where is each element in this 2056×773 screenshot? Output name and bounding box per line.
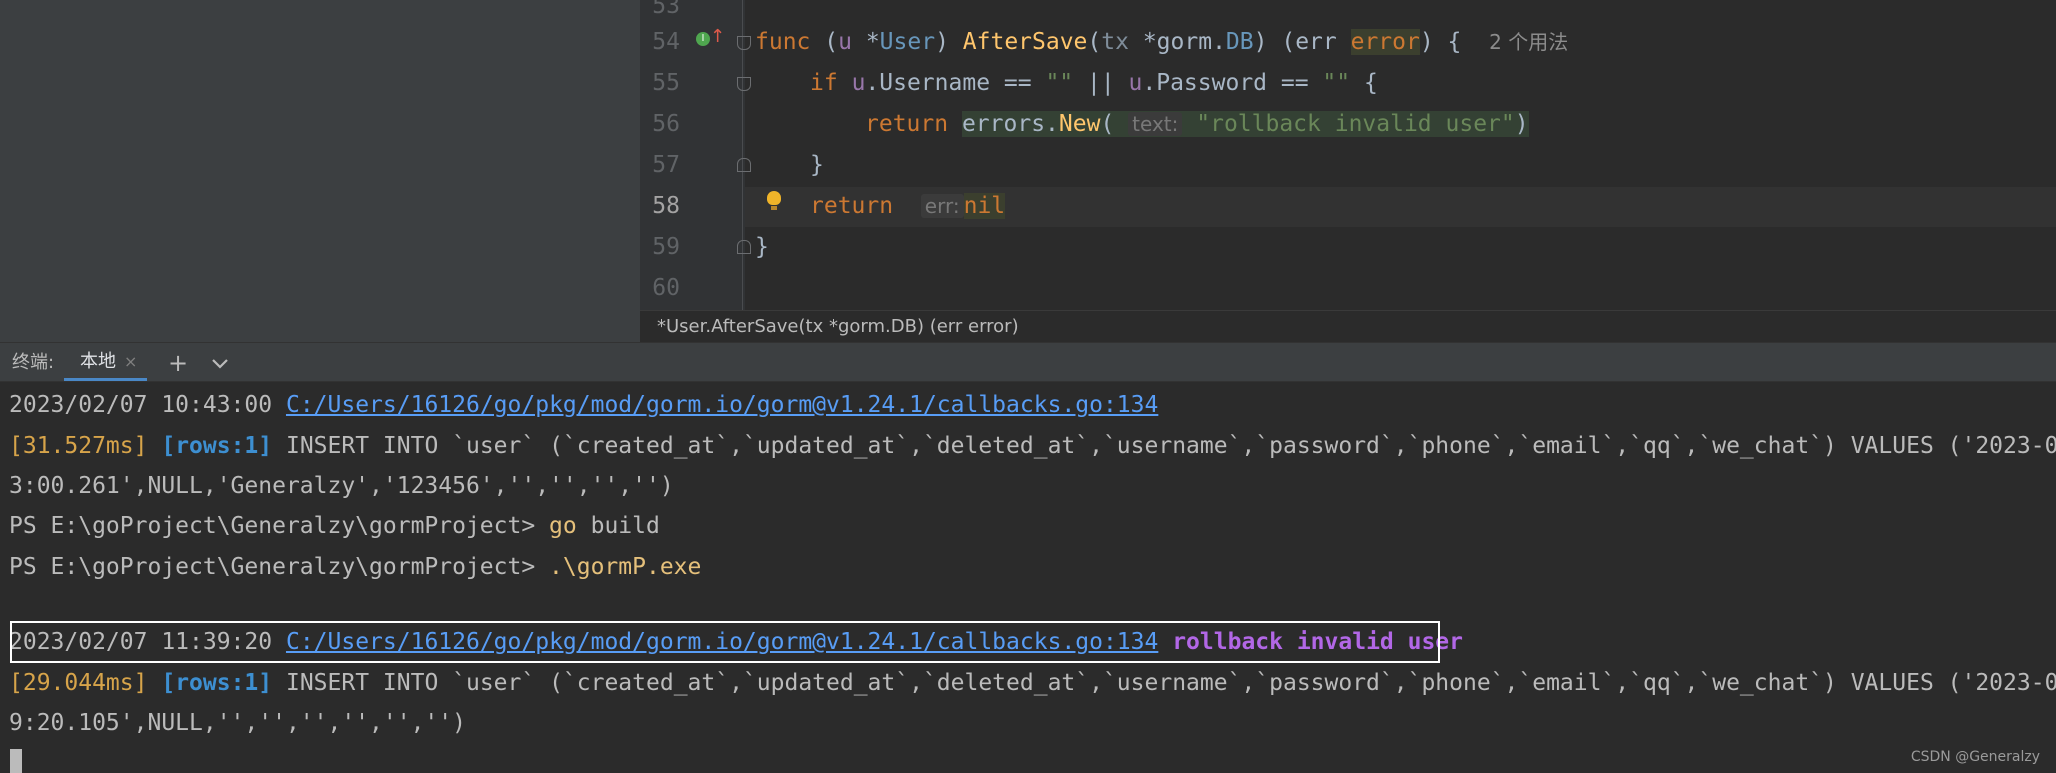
- function-name: New: [1058, 111, 1101, 137]
- terminal-line: 3:00.261',NULL,'Generalzy','123456','','…: [9, 473, 674, 499]
- field-compare: .Username ==: [865, 70, 1046, 96]
- sql-text: INSERT INTO `user` (`created_at`,`update…: [272, 670, 2056, 696]
- nil-literal: nil: [963, 193, 1006, 219]
- code-line-58: return err: nil: [810, 186, 1006, 226]
- paren: (: [824, 29, 839, 55]
- command: go: [549, 513, 577, 539]
- keyword: return: [865, 111, 949, 137]
- string-literal: "rollback invalid user": [1196, 111, 1515, 137]
- ide-window: 53 54 55 56 57 58 59 60 I ↑ func (u *Use…: [0, 0, 2056, 773]
- package-name: errors: [961, 111, 1046, 137]
- terminal-title: 终端:: [12, 352, 55, 373]
- file-link[interactable]: C:/Users/16126/go/pkg/mod/gorm.io/gorm@v…: [286, 392, 1158, 418]
- fold-open-icon[interactable]: [737, 77, 751, 91]
- operator: ||: [1073, 70, 1129, 96]
- terminal-line: [31.527ms] [rows:1] INSERT INTO `user` (…: [9, 426, 2056, 466]
- duration: [31.527ms]: [9, 433, 148, 459]
- project-panel: [0, 0, 640, 342]
- line-number: 56: [652, 111, 680, 137]
- pointer: *: [851, 29, 880, 55]
- breadcrumb[interactable]: *User.AfterSave(tx *gorm.DB) (err error): [640, 310, 2056, 342]
- tab-label: 本地: [80, 351, 116, 372]
- keyword: func: [755, 29, 811, 55]
- param-hint: err:: [920, 194, 964, 218]
- dot: .: [1212, 29, 1226, 55]
- command: .\gormP.exe: [549, 554, 702, 580]
- implements-icon[interactable]: I: [696, 32, 710, 46]
- paren: (: [1087, 29, 1102, 55]
- intention-bulb-base: [771, 206, 777, 210]
- keyword: return: [810, 193, 894, 219]
- code-line-54: func (u *User) AfterSave(tx *gorm.DB) (e…: [755, 22, 1568, 62]
- return-type: error: [1350, 29, 1420, 55]
- dot: .: [1045, 111, 1059, 137]
- paren: (: [1100, 111, 1115, 137]
- return-name: err: [1295, 29, 1337, 55]
- type-name: User: [879, 29, 936, 55]
- line-number: 57: [652, 152, 680, 178]
- brace: {: [1433, 29, 1462, 55]
- line-number: 54: [652, 29, 680, 55]
- line-number: 58: [652, 193, 680, 219]
- paren: ): [935, 29, 949, 55]
- receiver: u: [851, 70, 866, 96]
- usages-hint[interactable]: 2 个用法: [1489, 30, 1568, 54]
- close-icon[interactable]: ×: [124, 352, 137, 371]
- terminal-line: 2023/02/07 10:43:00 C:/Users/16126/go/pk…: [9, 385, 1158, 425]
- highlight-box: [10, 621, 1440, 663]
- watermark: CSDN @Generalzy: [1910, 749, 2040, 765]
- code-line-56: return errors.New( text: "rollback inval…: [865, 104, 1529, 144]
- function-name: AfterSave: [962, 29, 1088, 55]
- prompt: PS E:\goProject\Generalzy\gormProject>: [9, 513, 550, 539]
- code-editor[interactable]: 53 54 55 56 57 58 59 60 I ↑ func (u *Use…: [640, 0, 2056, 342]
- chevron-down-icon[interactable]: [208, 351, 232, 375]
- param-name: tx: [1101, 29, 1129, 55]
- param-hint: text:: [1128, 112, 1183, 136]
- code-line-55: if u.Username == "" || u.Password == "" …: [810, 63, 1378, 103]
- fold-open-icon[interactable]: [737, 36, 751, 50]
- tab-local[interactable]: 本地 ×: [64, 343, 148, 381]
- paren: (: [1267, 29, 1296, 55]
- paren: ): [1514, 111, 1529, 137]
- keyword: if: [810, 70, 838, 96]
- paren: ): [1419, 29, 1434, 55]
- fold-close-icon[interactable]: [737, 158, 751, 172]
- command-args: build: [576, 513, 660, 539]
- rows-count: [rows:1]: [161, 433, 273, 459]
- package-name: gorm: [1156, 29, 1213, 55]
- rows-count: [rows:1]: [161, 670, 273, 696]
- field-compare: .Password ==: [1142, 70, 1323, 96]
- terminal-line: PS E:\goProject\Generalzy\gormProject> .…: [9, 547, 701, 587]
- duration: [29.044ms]: [9, 670, 148, 696]
- add-icon[interactable]: +: [168, 343, 188, 383]
- go-to-interface-arrow-icon[interactable]: ↑: [710, 28, 725, 46]
- terminal-line: PS E:\goProject\Generalzy\gormProject> g…: [9, 506, 660, 546]
- string-literal: "": [1045, 70, 1074, 96]
- receiver: u: [1128, 70, 1143, 96]
- terminal-toolbar: 终端: 本地 × +: [0, 342, 2056, 382]
- terminal-cursor: [10, 749, 22, 773]
- paren: ): [1253, 29, 1268, 55]
- terminal-line: [29.044ms] [rows:1] INSERT INTO `user` (…: [9, 663, 2056, 703]
- line-number: 60: [652, 275, 680, 301]
- prompt: PS E:\goProject\Generalzy\gormProject>: [9, 554, 550, 580]
- string-literal: "": [1322, 70, 1351, 96]
- pointer: *: [1128, 29, 1157, 55]
- terminal-output[interactable]: 2023/02/07 10:43:00 C:/Users/16126/go/pk…: [0, 382, 2056, 773]
- type-name: DB: [1225, 29, 1254, 55]
- intention-bulb-icon[interactable]: [767, 191, 781, 205]
- timestamp: 2023/02/07 10:43:00: [9, 392, 273, 418]
- line-number: 55: [652, 70, 680, 96]
- brace: {: [1350, 70, 1378, 96]
- fold-close-icon[interactable]: [737, 240, 751, 254]
- terminal-line: 9:20.105',NULL,'','','','','',''): [9, 710, 466, 736]
- receiver: u: [838, 29, 852, 55]
- line-number: 59: [652, 234, 680, 260]
- code-line-59: }: [755, 234, 769, 260]
- sql-text: INSERT INTO `user` (`created_at`,`update…: [272, 433, 2056, 459]
- code-line-57: }: [810, 152, 824, 178]
